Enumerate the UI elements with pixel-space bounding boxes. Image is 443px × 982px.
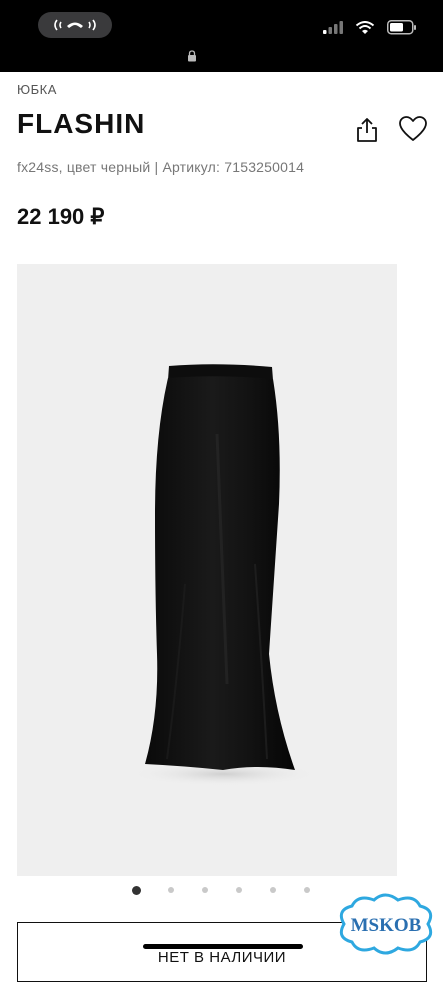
product-meta: fx24ss, цвет черный | Артикул: 715325001…: [17, 159, 305, 175]
phone-handset-icon: [54, 19, 96, 31]
product-price: 22 190 ₽: [17, 204, 105, 229]
heart-icon: [399, 116, 427, 141]
carousel-dot[interactable]: [236, 887, 242, 893]
share-icon: [357, 118, 377, 142]
black-maxi-skirt-photo: [129, 364, 319, 786]
status-bar: [0, 0, 443, 72]
lock-icon: [188, 50, 196, 62]
carousel-dot[interactable]: [270, 887, 276, 893]
product-category: ЮБКА: [17, 82, 57, 97]
battery-icon: [387, 20, 416, 35]
active-call-pill[interactable]: [38, 12, 112, 38]
carousel-dot[interactable]: [132, 886, 141, 895]
share-button[interactable]: [354, 117, 380, 143]
out-of-stock-label: НЕТ В НАЛИЧИИ: [157, 949, 287, 966]
product-brand: FLASHIN: [17, 108, 146, 139]
product-image[interactable]: [17, 264, 397, 876]
mskob-watermark-logo: MSKOB: [330, 888, 440, 960]
home-indicator[interactable]: [143, 944, 303, 949]
svg-text:MSKOB: MSKOB: [351, 915, 422, 936]
carousel-dot[interactable]: [304, 887, 310, 893]
carousel-dot[interactable]: [202, 887, 208, 893]
wifi-icon: [355, 20, 375, 34]
favorite-button[interactable]: [398, 115, 428, 143]
carousel-dot[interactable]: [168, 887, 174, 893]
cellular-signal-icon: [323, 21, 343, 34]
